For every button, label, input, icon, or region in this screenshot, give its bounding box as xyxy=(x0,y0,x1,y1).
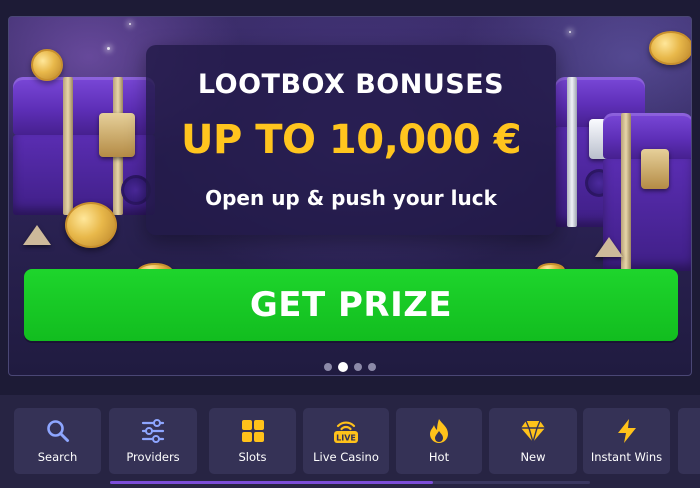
category-next-partial[interactable] xyxy=(678,408,700,474)
sparkle xyxy=(129,23,131,25)
sparkle xyxy=(569,31,571,33)
category-new[interactable]: New xyxy=(489,408,577,474)
sparkle xyxy=(107,47,110,50)
category-slots[interactable]: Slots xyxy=(209,408,296,474)
carousel-dot-active[interactable] xyxy=(338,362,348,372)
category-label: Providers xyxy=(126,450,180,464)
category-live-casino[interactable]: LIVE Live Casino xyxy=(303,408,389,474)
category-scrollbar-thumb[interactable] xyxy=(110,481,433,484)
promo-card: LOOTBOX BONUSES UP TO 10,000 € Open up &… xyxy=(146,45,556,235)
carousel-indicator xyxy=(9,362,691,372)
svg-text:LIVE: LIVE xyxy=(336,434,356,443)
category-scrollbar[interactable] xyxy=(110,481,590,484)
category-bar: Search Providers Slots LIVE Live Casino … xyxy=(0,395,700,488)
carousel-dot[interactable] xyxy=(368,363,376,371)
category-hot[interactable]: Hot xyxy=(396,408,482,474)
search-icon xyxy=(14,417,101,445)
category-label: Search xyxy=(37,450,78,464)
category-search[interactable]: Search xyxy=(14,408,101,474)
promo-subtitle: Open up & push your luck xyxy=(205,186,497,210)
slots-grid-icon xyxy=(209,417,296,445)
live-casino-icon: LIVE xyxy=(303,417,389,445)
sliders-icon xyxy=(109,417,197,445)
carousel-dot[interactable] xyxy=(354,363,362,371)
coin xyxy=(649,31,691,65)
coin xyxy=(65,202,117,248)
category-providers[interactable]: Providers xyxy=(109,408,197,474)
category-label: Instant Wins xyxy=(590,450,663,464)
category-instant-wins[interactable]: Instant Wins xyxy=(583,408,670,474)
gem xyxy=(23,225,51,245)
lightning-icon xyxy=(583,417,670,445)
category-label: New xyxy=(520,450,546,464)
category-label: Hot xyxy=(428,450,450,464)
carousel-dot[interactable] xyxy=(324,363,332,371)
diamond-icon xyxy=(489,417,577,445)
promo-title: LOOTBOX BONUSES xyxy=(197,69,505,100)
gem xyxy=(595,237,623,257)
casino-lobby: LOOTBOX BONUSES UP TO 10,000 € Open up &… xyxy=(0,0,700,488)
coin xyxy=(31,49,63,81)
flame-icon xyxy=(396,417,482,445)
promo-amount: UP TO 10,000 € xyxy=(180,117,522,163)
promo-banner[interactable]: LOOTBOX BONUSES UP TO 10,000 € Open up &… xyxy=(8,16,692,376)
category-label: Live Casino xyxy=(313,450,379,464)
get-prize-button[interactable]: GET PRIZE xyxy=(24,269,678,341)
category-label: Slots xyxy=(238,450,267,464)
